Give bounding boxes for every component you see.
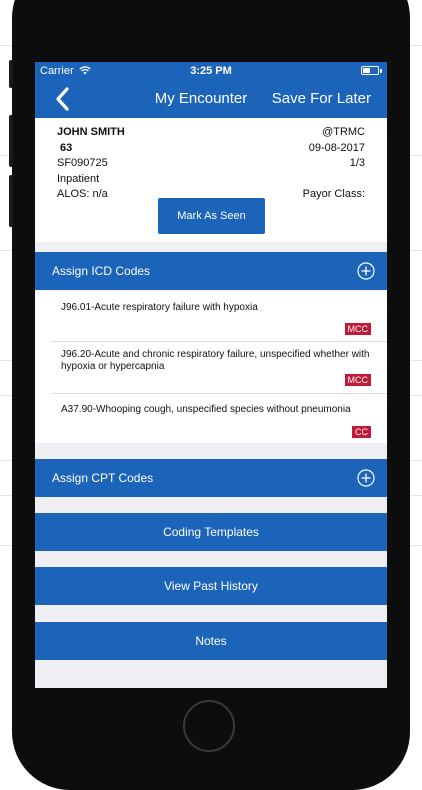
encounter-date: 09-08-2017 <box>308 141 365 154</box>
assign-icd-codes-header[interactable]: Assign ICD Codes <box>35 252 387 290</box>
mute-switch <box>9 60 13 88</box>
home-button[interactable] <box>183 700 235 752</box>
icd-list-item[interactable]: A37.90-Whooping cough, unspecified speci… <box>35 394 387 443</box>
plus-circle-icon[interactable] <box>357 262 375 280</box>
view-past-history-button[interactable]: View Past History <box>35 567 387 605</box>
icd-list-item[interactable]: J96.01-Acute respiratory failure with hy… <box>35 291 387 342</box>
patient-id: SF090725 <box>57 157 108 169</box>
navigation-bar: My Encounter Save For Later <box>35 80 387 118</box>
mcc-badge: MCC <box>344 323 371 335</box>
icd-header-label: Assign ICD Codes <box>52 264 151 278</box>
plus-circle-icon[interactable] <box>357 469 375 487</box>
patient-card: JOHN SMITH 63 SF090725 Inpatient ALOS: n… <box>35 118 387 242</box>
facility-label: @TRMC <box>322 126 365 138</box>
payor-class: Payor Class: <box>302 188 365 200</box>
volume-down-button <box>9 175 13 227</box>
assign-cpt-codes-header[interactable]: Assign CPT Codes <box>35 459 387 497</box>
patient-type: Inpatient <box>57 172 100 185</box>
mcc-badge: MCC <box>344 374 371 386</box>
volume-up-button <box>9 115 13 167</box>
status-bar: Carrier 3:25 PM <box>35 62 387 80</box>
page-title: My Encounter <box>154 90 248 107</box>
mark-as-seen-button[interactable]: Mark As Seen <box>158 198 265 234</box>
patient-alos: ALOS: n/a <box>57 188 108 200</box>
coding-templates-button[interactable]: Coding Templates <box>35 513 387 551</box>
icd-code-text: J96.20-Acute and chronic respiratory fai… <box>61 349 370 372</box>
notes-button[interactable]: Notes <box>35 622 387 660</box>
save-for-later-button[interactable]: Save For Later <box>272 90 371 107</box>
patient-name: JOHN SMITH <box>57 126 125 138</box>
battery-icon <box>361 66 379 75</box>
icd-list-item[interactable]: J96.20-Acute and chronic respiratory fai… <box>35 342 387 394</box>
icd-code-text: J96.01-Acute respiratory failure with hy… <box>61 302 258 313</box>
battery-tip <box>380 69 382 73</box>
page-indicator: 1/3 <box>349 157 365 169</box>
icd-code-list: J96.01-Acute respiratory failure with hy… <box>35 291 387 443</box>
status-time: 3:25 PM <box>190 65 232 77</box>
cc-badge: CC <box>352 426 371 438</box>
icd-code-text: A37.90-Whooping cough, unspecified speci… <box>61 404 351 415</box>
app-screen: Carrier 3:25 PM My Encounter Save For La… <box>35 62 387 688</box>
patient-age: 63 <box>60 141 73 154</box>
cpt-header-label: Assign CPT Codes <box>52 471 154 485</box>
